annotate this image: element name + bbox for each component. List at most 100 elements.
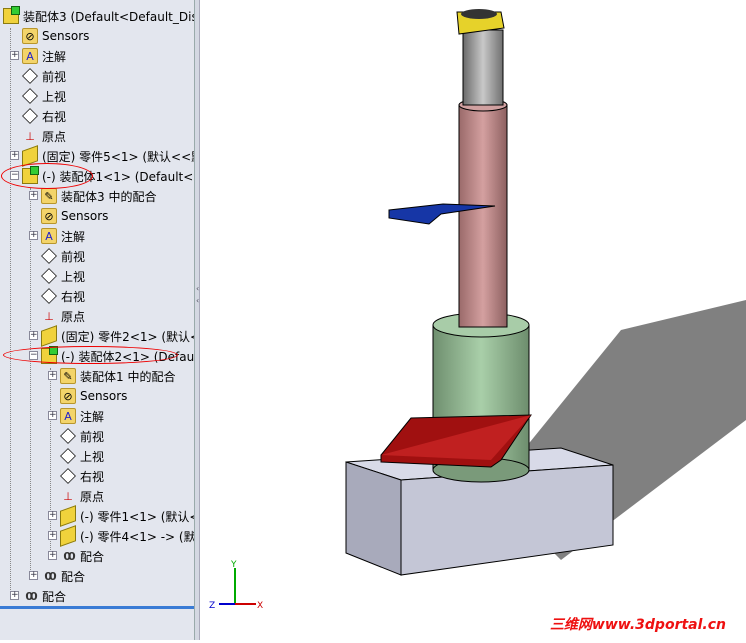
tree-item-label: (固定) 零件2<1> (默认< <box>61 329 195 344</box>
tree-item[interactable]: ✎ 装配体1 中的配合 <box>60 366 175 386</box>
matefolder-icon: ✎ <box>60 368 76 384</box>
expand-toggle[interactable]: + <box>29 231 38 240</box>
sensor-icon: ⊘ <box>41 208 57 224</box>
plane-icon <box>22 68 38 84</box>
tree-item-label: 配合 <box>42 589 67 604</box>
tree-item-label: Sensors <box>61 209 109 223</box>
gray-tube <box>462 29 504 106</box>
expand-toggle[interactable]: + <box>10 151 19 160</box>
sensor-icon: ⊘ <box>60 388 76 404</box>
tree-item[interactable]: A 注解 <box>41 226 85 246</box>
tree-item-label: 原点 <box>42 129 67 144</box>
model-3d: Y X Z <box>209 9 746 611</box>
tree-item-label: 注解 <box>80 409 105 424</box>
part-icon <box>60 505 76 527</box>
mate-icon: 00 <box>63 549 75 563</box>
tree-item-label: 注解 <box>61 229 86 244</box>
tree-item[interactable]: ⊥ 原点 <box>22 126 66 146</box>
tree-item[interactable]: ⊘ Sensors <box>22 26 89 46</box>
tree-item[interactable]: (固定) 零件2<1> (默认< <box>41 325 195 347</box>
tree-item-label: 装配体3 (Default<Default_Dis <box>23 9 195 24</box>
tree-item[interactable]: ⊘ Sensors <box>41 206 108 226</box>
tree-item-label: (固定) 零件5<1> (默认<<默 <box>42 149 195 164</box>
tree-item[interactable]: 前视 <box>22 66 66 86</box>
plane-icon <box>22 108 38 124</box>
tree-item[interactable]: ⊘ Sensors <box>60 386 127 406</box>
base-front <box>345 461 402 576</box>
plane-icon <box>22 88 38 104</box>
origin-icon: ⊥ <box>44 309 54 323</box>
base-side <box>400 464 614 576</box>
tree-item[interactable]: 00 配合 <box>41 566 85 586</box>
annotation-circle <box>1 163 93 189</box>
tree-item[interactable]: (-) 零件1<1> (默认< <box>60 505 195 527</box>
tree-item-label: 右视 <box>80 469 105 484</box>
tree-item[interactable]: 右视 <box>22 106 66 126</box>
graphics-viewport[interactable]: Y X Z <box>201 0 746 640</box>
tree-item[interactable]: 上视 <box>41 266 85 286</box>
tree-item-label: 装配体3 中的配合 <box>61 189 157 204</box>
tree-item-label: 前视 <box>61 249 86 264</box>
panel-splitter[interactable] <box>195 0 200 640</box>
tree-item[interactable]: ⊥ 原点 <box>41 306 85 326</box>
tree-item-label: Sensors <box>80 389 128 403</box>
expand-toggle[interactable]: + <box>48 531 57 540</box>
mate-icon: 00 <box>25 589 37 603</box>
tree-item[interactable]: 右视 <box>41 286 85 306</box>
tree-item[interactable]: 00 配合 <box>60 546 104 566</box>
expand-toggle[interactable]: + <box>29 331 38 340</box>
expand-toggle[interactable]: + <box>10 591 19 600</box>
expand-toggle[interactable]: + <box>48 551 57 560</box>
panel-bottom-bar <box>0 606 194 609</box>
annot-icon: A <box>41 228 57 244</box>
tree-item[interactable]: 前视 <box>41 246 85 266</box>
tree-item-label: 注解 <box>42 49 67 64</box>
feature-manager-tree: 装配体3 (Default<Default_Dis ⊘ Sensors + A 注解 前视上… <box>0 0 195 640</box>
plane-icon <box>60 428 76 444</box>
watermark: 三维网www.3dportal.cn <box>549 617 726 633</box>
tree-item-label: 原点 <box>80 489 105 504</box>
axis-triad-icon <box>219 568 256 605</box>
tree-item[interactable]: 前视 <box>60 426 104 446</box>
tree-item[interactable]: 上视 <box>60 446 104 466</box>
matefolder-icon: ✎ <box>41 188 57 204</box>
tree-item[interactable]: 装配体3 (Default<Default_Dis <box>3 6 195 26</box>
asm-icon <box>3 6 20 24</box>
expand-toggle[interactable]: + <box>10 51 19 60</box>
tree-item[interactable]: 00 配合 <box>22 586 66 606</box>
tree-item-label: 配合 <box>61 569 86 584</box>
expand-toggle[interactable]: + <box>48 371 57 380</box>
annotation-circle <box>3 346 178 364</box>
sensor-icon: ⊘ <box>22 28 38 44</box>
tree-item[interactable]: 右视 <box>60 466 104 486</box>
expand-toggle[interactable]: + <box>29 191 38 200</box>
tree-item[interactable]: A 注解 <box>60 406 104 426</box>
expand-toggle[interactable]: + <box>29 571 38 580</box>
tree-item-label: 前视 <box>42 69 67 84</box>
expand-toggle[interactable]: + <box>48 411 57 420</box>
plane-icon <box>60 468 76 484</box>
tree-item[interactable]: 上视 <box>22 86 66 106</box>
part-icon <box>41 325 57 347</box>
tree-item-label: 装配体1 中的配合 <box>80 369 176 384</box>
tree-item[interactable]: (-) 零件4<1> -> (默 <box>60 525 195 547</box>
tree-line <box>10 28 11 598</box>
annot-icon: A <box>60 408 76 424</box>
tree-item-label: 右视 <box>61 289 86 304</box>
tree-item-label: (-) 零件1<1> (默认< <box>80 509 195 524</box>
tree-item[interactable]: ⊥ 原点 <box>60 486 104 506</box>
axis-x-label: X <box>257 601 263 611</box>
tree-line <box>30 188 31 578</box>
tree-item-label: 配合 <box>80 549 105 564</box>
tree-item-label: (-) 零件4<1> -> (默 <box>80 529 195 544</box>
tree-item-label: 原点 <box>61 309 86 324</box>
tree-item[interactable]: A 注解 <box>22 46 66 66</box>
annot-icon: A <box>22 48 38 64</box>
origin-icon: ⊥ <box>25 129 35 143</box>
collapse-panel-icon[interactable]: ‹ ‹ <box>196 283 200 307</box>
expand-toggle[interactable]: + <box>48 511 57 520</box>
tree-item[interactable]: ✎ 装配体3 中的配合 <box>41 186 156 206</box>
plane-icon <box>41 288 57 304</box>
tree-item-label: 前视 <box>80 429 105 444</box>
tree-item-label: 上视 <box>61 269 86 284</box>
